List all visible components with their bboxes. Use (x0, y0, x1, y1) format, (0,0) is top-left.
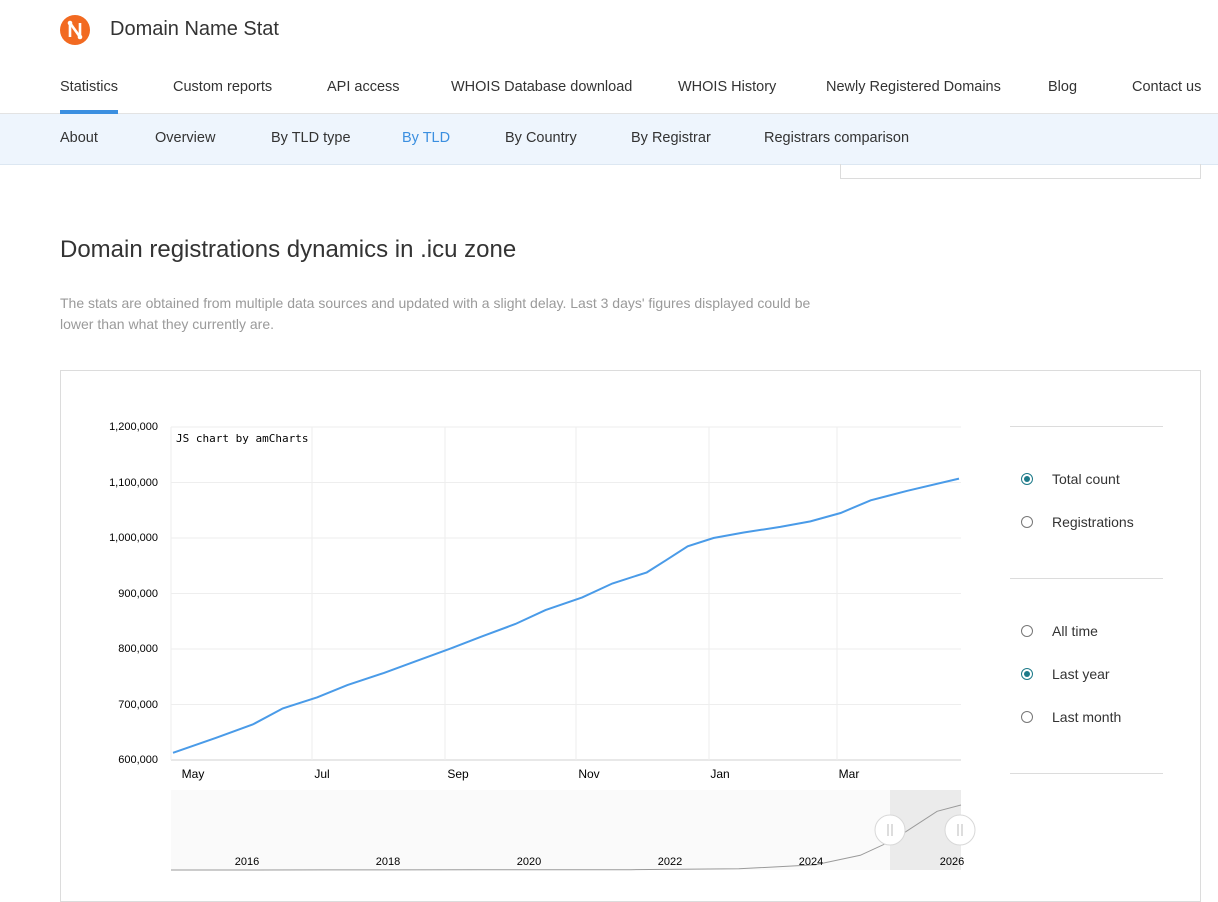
y-axis: 1,200,000 1,100,000 1,000,000 900,000 80… (109, 421, 158, 766)
y-tick-label: 700,000 (118, 699, 158, 711)
registrations-chart: 1,200,000 1,100,000 1,000,000 900,000 80… (109, 421, 976, 871)
radio-total-count[interactable] (1021, 473, 1033, 485)
x-tick-label: Mar (839, 767, 860, 781)
x-tick-label: Sep (447, 767, 469, 781)
navigator-tick-label: 2016 (235, 856, 259, 868)
x-axis: May Jul Sep Nov Jan Mar (182, 767, 860, 781)
radio-label-all-time[interactable]: All time (1052, 623, 1098, 639)
panel-divider (1010, 578, 1163, 579)
radio-label-total-count[interactable]: Total count (1052, 471, 1120, 487)
navigator-left-handle[interactable] (874, 814, 906, 846)
navigator-tick-label: 2024 (799, 856, 823, 868)
panel-divider (1010, 426, 1163, 427)
radio-all-time[interactable] (1021, 625, 1033, 637)
navigator-tick-label: 2022 (658, 856, 682, 868)
series-line-total-count (172, 477, 960, 754)
y-tick-label: 600,000 (118, 754, 158, 766)
x-tick-label: Jan (710, 767, 729, 781)
radio-label-last-month[interactable]: Last month (1052, 709, 1121, 725)
radio-label-last-year[interactable]: Last year (1052, 666, 1110, 682)
panel-divider (1010, 773, 1163, 774)
navigator-tick-label: 2026 (940, 856, 964, 868)
y-tick-label: 900,000 (118, 588, 158, 600)
y-tick-label: 1,000,000 (109, 532, 158, 544)
navigator-tick-label: 2018 (376, 856, 400, 868)
x-tick-label: May (182, 767, 205, 781)
chart-credit[interactable]: JS chart by amCharts (176, 432, 308, 445)
y-tick-label: 1,100,000 (109, 477, 158, 489)
y-tick-label: 800,000 (118, 643, 158, 655)
chart-grid (170, 426, 961, 761)
radio-last-year[interactable] (1021, 668, 1033, 680)
x-tick-label: Nov (578, 767, 599, 781)
navigator-background[interactable] (171, 790, 961, 870)
radio-last-month[interactable] (1021, 711, 1033, 723)
radio-registrations[interactable] (1021, 516, 1033, 528)
navigator-right-handle[interactable] (944, 814, 976, 846)
x-tick-label: Jul (314, 767, 329, 781)
radio-label-registrations[interactable]: Registrations (1052, 514, 1134, 530)
y-tick-label: 1,200,000 (109, 421, 158, 433)
navigator-tick-label: 2020 (517, 856, 541, 868)
